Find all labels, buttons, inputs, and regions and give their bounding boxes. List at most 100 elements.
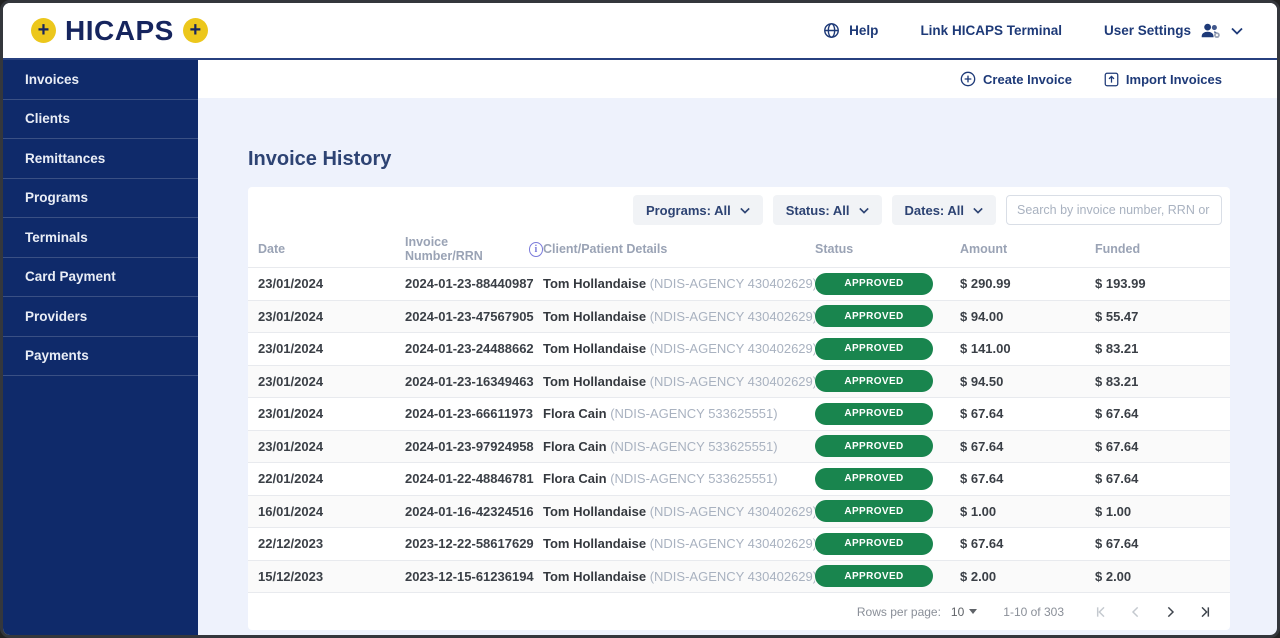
user-group-gear-icon: [1200, 22, 1222, 39]
status-badge: APPROVED: [815, 565, 933, 587]
client-name: Flora Cain: [543, 406, 607, 421]
programs-filter-dropdown[interactable]: Programs: All: [633, 195, 763, 225]
chevron-down-icon: [973, 207, 983, 214]
cell-client-details: Flora Cain (NDIS-AGENCY 533625551): [543, 439, 815, 454]
cell-date: 22/01/2024: [258, 471, 405, 486]
help-link[interactable]: Help: [823, 22, 878, 39]
sidebar-item-label: Programs: [25, 190, 88, 205]
invoice-action-bar: Create Invoice Import Invoices: [198, 60, 1277, 98]
import-invoices-button[interactable]: Import Invoices: [1104, 72, 1222, 87]
chevron-down-icon: [859, 207, 869, 214]
sidebar-item[interactable]: Programs: [3, 179, 198, 219]
caret-down-icon: [969, 609, 977, 614]
cell-date: 22/12/2023: [258, 536, 405, 551]
chevron-down-icon: [1231, 27, 1243, 35]
client-agency: (NDIS-AGENCY 430402629): [650, 309, 815, 324]
sidebar-item[interactable]: Providers: [3, 297, 198, 337]
invoice-table-row[interactable]: 15/12/2023 2023-12-15-61236194 Tom Holla…: [248, 560, 1230, 593]
cell-client-details: Flora Cain (NDIS-AGENCY 533625551): [543, 471, 815, 486]
cell-status: APPROVED: [815, 338, 960, 360]
cell-status: APPROVED: [815, 533, 960, 555]
invoice-table-row[interactable]: 23/01/2024 2024-01-23-97924958 Flora Cai…: [248, 430, 1230, 463]
user-settings-label: User Settings: [1104, 23, 1191, 38]
table-header-row: Date Invoice Number/RRN i Client/Patient…: [248, 231, 1230, 267]
invoice-table-row[interactable]: 16/01/2024 2024-01-16-42324516 Tom Holla…: [248, 495, 1230, 528]
cell-funded: $ 67.64: [1095, 471, 1220, 486]
cell-funded: $ 83.21: [1095, 374, 1220, 389]
invoice-table-row[interactable]: 22/12/2023 2023-12-22-58617629 Tom Holla…: [248, 527, 1230, 560]
cell-status: APPROVED: [815, 565, 960, 587]
cell-client-details: Tom Hollandaise (NDIS-AGENCY 430402629): [543, 569, 815, 584]
cell-status: APPROVED: [815, 370, 960, 392]
client-agency: (NDIS-AGENCY 430402629): [650, 341, 815, 356]
cell-invoice-number: 2024-01-23-16349463: [405, 374, 543, 389]
cell-amount: $ 67.64: [960, 406, 1095, 421]
status-filter-label: Status: All: [786, 203, 850, 218]
invoice-history-card: Programs: All Status: All: [248, 187, 1230, 630]
column-header-status: Status: [815, 242, 960, 256]
previous-page-button[interactable]: [1124, 600, 1148, 624]
sidebar-item[interactable]: Remittances: [3, 139, 198, 179]
cell-invoice-number: 2024-01-23-66611973: [405, 406, 543, 421]
chevron-down-icon: [740, 207, 750, 214]
invoice-table-row[interactable]: 23/01/2024 2024-01-23-16349463 Tom Holla…: [248, 365, 1230, 398]
cell-client-details: Tom Hollandaise (NDIS-AGENCY 430402629): [543, 504, 815, 519]
column-header-client: Client/Patient Details: [543, 242, 815, 256]
invoice-table-row[interactable]: 22/01/2024 2024-01-22-48846781 Flora Cai…: [248, 462, 1230, 495]
pagination-range: 1-10 of 303: [1003, 605, 1064, 619]
cell-invoice-number: 2023-12-22-58617629: [405, 536, 543, 551]
rows-per-page-label: Rows per page:: [857, 605, 941, 619]
next-page-button[interactable]: [1158, 600, 1182, 624]
cell-amount: $ 94.50: [960, 374, 1095, 389]
client-agency: (NDIS-AGENCY 533625551): [610, 471, 777, 486]
invoice-table-row[interactable]: 23/01/2024 2024-01-23-66611973 Flora Cai…: [248, 397, 1230, 430]
status-filter-dropdown[interactable]: Status: All: [773, 195, 882, 225]
cell-status: APPROVED: [815, 435, 960, 457]
last-page-button[interactable]: [1192, 600, 1216, 624]
cell-funded: $ 55.47: [1095, 309, 1220, 324]
cell-status: APPROVED: [815, 273, 960, 295]
search-input[interactable]: [1006, 195, 1222, 225]
cell-funded: $ 67.64: [1095, 439, 1220, 454]
invoice-table-row[interactable]: 23/01/2024 2024-01-23-88440987 Tom Holla…: [248, 267, 1230, 300]
cell-client-details: Tom Hollandaise (NDIS-AGENCY 430402629): [543, 309, 815, 324]
sidebar-item[interactable]: Card Payment: [3, 258, 198, 298]
column-header-funded: Funded: [1095, 242, 1220, 256]
column-header-amount: Amount: [960, 242, 1095, 256]
cell-invoice-number: 2024-01-23-24488662: [405, 341, 543, 356]
cell-date: 15/12/2023: [258, 569, 405, 584]
sidebar: Invoices Clients Remittances Programs Te…: [3, 60, 198, 635]
first-page-button[interactable]: [1090, 600, 1114, 624]
invoice-table-row[interactable]: 23/01/2024 2024-01-23-24488662 Tom Holla…: [248, 332, 1230, 365]
client-name: Tom Hollandaise: [543, 341, 646, 356]
sidebar-item[interactable]: Terminals: [3, 218, 198, 258]
sidebar-item[interactable]: Payments: [3, 337, 198, 377]
status-badge: APPROVED: [815, 273, 933, 295]
sidebar-item[interactable]: Invoices: [3, 60, 198, 100]
link-hicaps-terminal[interactable]: Link HICAPS Terminal: [920, 23, 1062, 38]
cell-invoice-number: 2024-01-23-97924958: [405, 439, 543, 454]
invoice-table-body: 23/01/2024 2024-01-23-88440987 Tom Holla…: [248, 267, 1230, 592]
dates-filter-dropdown[interactable]: Dates: All: [892, 195, 996, 225]
client-agency: (NDIS-AGENCY 430402629): [650, 374, 815, 389]
status-badge: APPROVED: [815, 500, 933, 522]
hicaps-logo[interactable]: + HICAPS +: [31, 15, 208, 47]
status-badge: APPROVED: [815, 370, 933, 392]
cell-client-details: Flora Cain (NDIS-AGENCY 533625551): [543, 406, 815, 421]
cell-client-details: Tom Hollandaise (NDIS-AGENCY 430402629): [543, 536, 815, 551]
user-settings-menu[interactable]: User Settings: [1104, 22, 1243, 39]
sidebar-item[interactable]: Clients: [3, 100, 198, 140]
invoice-table-row[interactable]: 23/01/2024 2024-01-23-47567905 Tom Holla…: [248, 300, 1230, 333]
create-invoice-label: Create Invoice: [983, 72, 1072, 87]
rows-per-page-select[interactable]: 10: [951, 605, 977, 619]
column-header-invoice-number: Invoice Number/RRN i: [405, 235, 543, 263]
client-name: Tom Hollandaise: [543, 569, 646, 584]
column-header-date: Date: [258, 242, 405, 256]
create-invoice-button[interactable]: Create Invoice: [960, 71, 1072, 87]
status-badge: APPROVED: [815, 435, 933, 457]
brand-name: HICAPS: [65, 15, 174, 47]
info-icon[interactable]: i: [529, 242, 543, 257]
client-agency: (NDIS-AGENCY 430402629): [650, 504, 815, 519]
cell-invoice-number: 2024-01-23-88440987: [405, 276, 543, 291]
client-agency: (NDIS-AGENCY 533625551): [610, 406, 777, 421]
